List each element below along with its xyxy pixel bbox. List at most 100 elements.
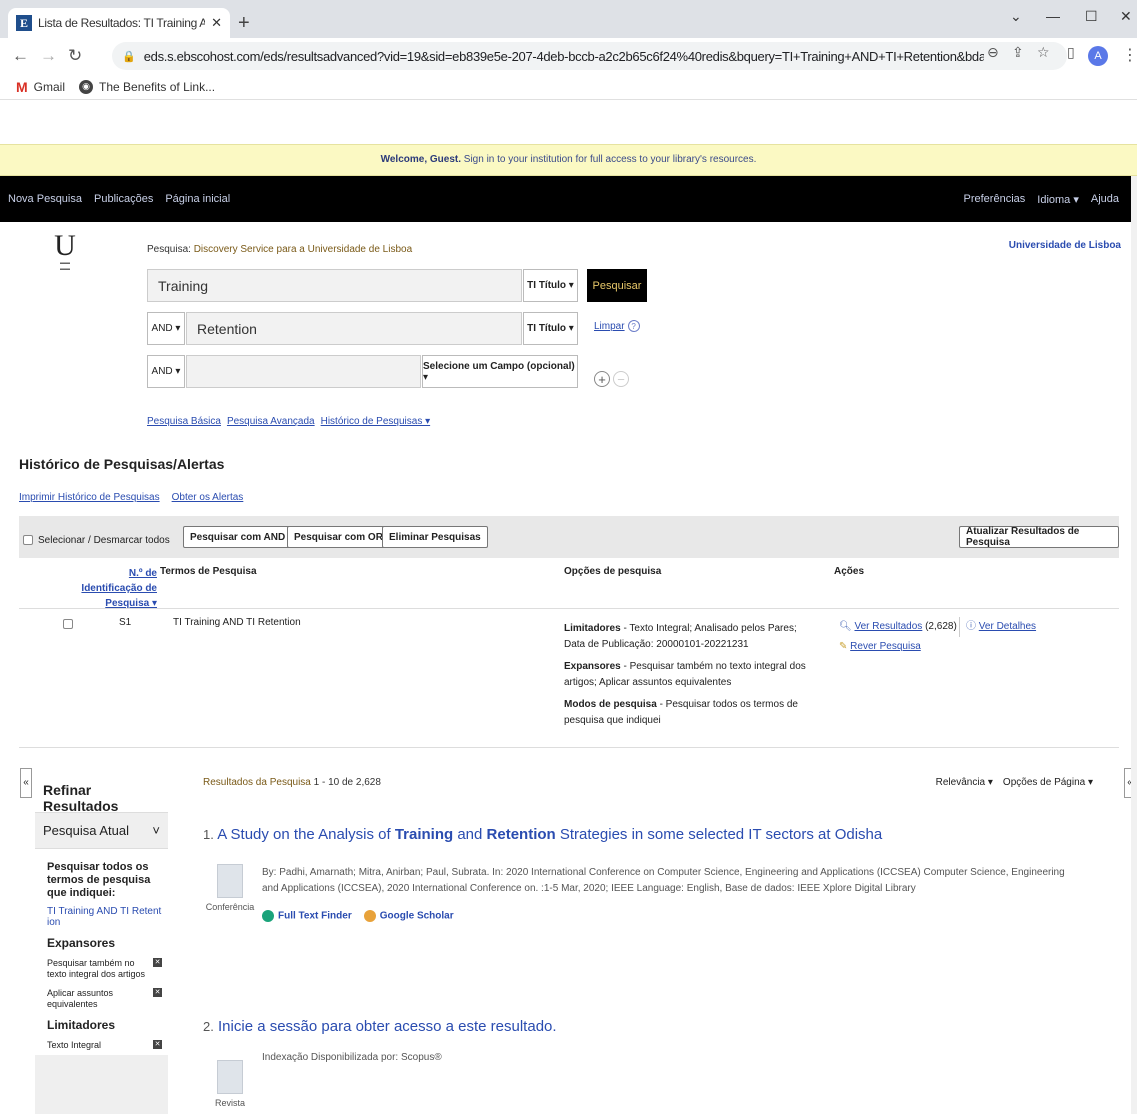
remove-icon[interactable]: ✕ [153, 1040, 162, 1049]
tab-close-icon[interactable]: ✕ [211, 15, 222, 31]
result-number: 1. [203, 827, 214, 842]
result-title-1[interactable]: 1. A Study on the Analysis of Training a… [203, 826, 882, 843]
nav-home[interactable]: Página inicial [165, 193, 230, 205]
search-term-2[interactable]: Retention [186, 312, 522, 345]
row-limiters: Limitadores - Texto Integral; Analisado … [564, 621, 819, 653]
add-row-icon[interactable]: + [594, 371, 610, 387]
delete-searches-button[interactable]: Eliminar Pesquisas [382, 526, 488, 548]
bool-select-2[interactable]: AND ▾ [147, 312, 185, 345]
nav-publications[interactable]: Publicações [94, 193, 153, 205]
search-and-button[interactable]: Pesquisar com AND [183, 526, 293, 548]
google-scholar-icon [363, 910, 376, 922]
modes-label: Modos de pesquisa [564, 699, 657, 710]
current-search-toggle[interactable]: Pesquisa Atual ˅ [35, 812, 168, 848]
nav-help[interactable]: Ajuda [1091, 193, 1119, 206]
browser-toolbar: ← → ↻ 🔒 eds.s.ebscohost.com/eds/resultsa… [0, 38, 1137, 74]
bookmark-label: Gmail [33, 79, 66, 94]
view-results-link[interactable]: Ver Resultados [854, 621, 922, 632]
field-select-2[interactable]: TI Título ▾ [523, 312, 578, 345]
print-history-link[interactable]: Imprimir Histórico de Pesquisas [19, 492, 160, 503]
search-history-link[interactable]: Histórico de Pesquisas ▾ [321, 416, 431, 427]
update-results-button[interactable]: Atualizar Resultados de Pesquisa [959, 526, 1119, 548]
profile-avatar[interactable]: A [1088, 46, 1108, 66]
history-title: Histórico de Pesquisas/Alertas [19, 456, 225, 472]
view-details-cell: ⓘ Ver Detalhes [959, 617, 1036, 637]
full-text-finder-icon [262, 910, 274, 922]
result-meta-2: Indexação Disponibilizada por: Scopus® [262, 1052, 442, 1063]
col-search-id[interactable]: N.º de Identificação de Pesquisa ▾ [67, 566, 157, 611]
browser-menu-icon[interactable]: ⋮ [1122, 45, 1137, 65]
nav-preferences[interactable]: Preferências [964, 193, 1026, 206]
maximize-icon[interactable]: ☐ [1085, 8, 1098, 25]
result-title-2[interactable]: 2. Inicie a sessão para obter acesso a e… [203, 1018, 557, 1035]
get-alerts-link[interactable]: Obter os Alertas [172, 492, 244, 503]
search-mode-links: Pesquisa Básica Pesquisa Avançada Histór… [147, 416, 430, 427]
revise-search-link[interactable]: Rever Pesquisa [850, 641, 921, 652]
title-part: Inicie a sessão para obter acesso a este… [218, 1018, 557, 1035]
search-term-1[interactable]: Training [147, 269, 522, 302]
select-all-toggle[interactable]: Selecionar / Desmarcar todos [23, 528, 170, 552]
results-count: Resultados da Pesquisa 1 - 10 de 2,628 [203, 777, 381, 788]
remove-row-icon[interactable]: − [613, 371, 629, 387]
bool-select-3[interactable]: AND ▾ [147, 355, 185, 388]
collapse-left-icon[interactable]: « [20, 768, 32, 798]
result-type-2: Revista [205, 1060, 255, 1108]
journal-icon [217, 1060, 243, 1094]
basic-search-link[interactable]: Pesquisa Básica [147, 416, 221, 427]
search-term-3[interactable] [186, 355, 421, 388]
google-scholar-link[interactable]: Google Scholar [363, 910, 454, 922]
side-panel-icon[interactable]: ▯ [1067, 44, 1075, 61]
bookmark-link[interactable]: ◉ The Benefits of Link... [79, 79, 215, 94]
expanders-heading: Expansores [47, 936, 116, 950]
col-actions: Ações [834, 566, 865, 577]
page-options-select[interactable]: Opções de Página ▾ [1003, 777, 1093, 788]
view-results-count: (2,628) [922, 621, 957, 632]
zoom-icon[interactable]: ⊖ [987, 44, 999, 61]
bookmark-gmail[interactable]: M Gmail [16, 79, 65, 95]
address-bar[interactable]: 🔒 eds.s.ebscohost.com/eds/resultsadvance… [112, 42, 1067, 70]
search-button[interactable]: Pesquisar [587, 269, 647, 302]
welcome-signin-link[interactable]: Sign in to your institution for full acc… [461, 154, 757, 165]
remove-icon[interactable]: ✕ [153, 958, 162, 967]
limiter-item: Texto Integral ✕ [47, 1040, 162, 1051]
share-icon[interactable]: ⇪ [1012, 44, 1024, 61]
select-all-checkbox[interactable] [23, 535, 33, 545]
help-icon[interactable]: ? [627, 320, 640, 332]
edit-icon: ✎ [839, 641, 848, 652]
remove-icon[interactable]: ✕ [153, 988, 162, 997]
nav-language[interactable]: Idioma ▾ [1037, 193, 1079, 206]
field-select-3[interactable]: Selecione um Campo (opcional) ▾ [422, 355, 578, 388]
search-or-button[interactable]: Pesquisar com OR [287, 526, 390, 548]
search-label-prefix: Pesquisa: [147, 244, 191, 255]
sort-select[interactable]: Relevância ▾ [936, 777, 993, 788]
clear-link-label: Limpar [594, 321, 625, 332]
title-part: Strategies in some selected IT sectors a… [555, 826, 883, 843]
new-tab-icon[interactable]: + [238, 12, 250, 35]
welcome-bold: Welcome, Guest. [380, 154, 462, 165]
globe-icon: ◉ [79, 79, 94, 94]
row-checkbox[interactable] [63, 619, 73, 629]
field-select-1[interactable]: TI Título ▾ [523, 269, 578, 302]
row-options: Limitadores - Texto Integral; Analisado … [564, 621, 819, 729]
institution-link[interactable]: Universidade de Lisboa [1009, 240, 1121, 251]
view-details-link[interactable]: Ver Detalhes [979, 621, 1036, 632]
history-row: S1 TI Training AND TI Retention Limitado… [19, 608, 1119, 748]
browser-tab[interactable]: E Lista de Resultados: TI Training A ✕ [8, 8, 230, 38]
result-type-label: Conferência [205, 902, 255, 912]
clear-link[interactable]: Limpar? [594, 320, 640, 332]
window-close-icon[interactable]: ✕ [1120, 8, 1132, 25]
advanced-search-link[interactable]: Pesquisa Avançada [227, 416, 315, 427]
chevron-down-icon: ˅ [152, 823, 160, 838]
full-text-finder-link[interactable]: Full Text Finder [262, 910, 352, 922]
bookmark-star-icon[interactable]: ☆ [1037, 44, 1050, 61]
query-link[interactable]: TI Training AND TI Retention [47, 906, 162, 928]
row-modes: Modos de pesquisa - Pesquisar todos os t… [564, 697, 819, 729]
reload-icon[interactable]: ↻ [68, 46, 82, 66]
tab-search-chevron-icon[interactable]: ⌄ [1010, 8, 1022, 25]
forward-icon[interactable]: → [40, 46, 57, 66]
back-icon[interactable]: ← [12, 46, 29, 66]
limiters-label: Limitadores [564, 623, 621, 634]
nav-new-search[interactable]: Nova Pesquisa [8, 193, 82, 205]
minimize-icon[interactable]: — [1046, 8, 1060, 24]
page-scrollbar[interactable] [1131, 176, 1137, 1114]
